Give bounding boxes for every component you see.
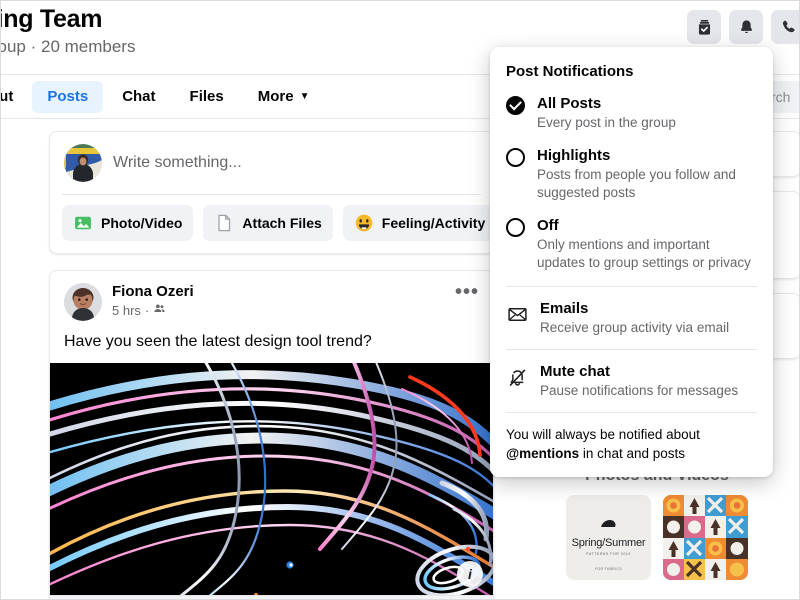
post-image[interactable]: i (50, 363, 493, 595)
joined-button[interactable] (687, 10, 721, 44)
option-highlights[interactable]: Highlights Posts from people you follow … (506, 146, 757, 202)
link-preview-bar[interactable]: MOREDESIGNTOOLS.COM (50, 595, 493, 599)
note-prefix: You will always be notified about (506, 427, 700, 442)
composer-actions: Photo/Video Attach Files Feeling/Activit… (50, 195, 493, 253)
group-members-icon (153, 302, 166, 319)
post-card: Fiona Ozeri 5 hrs · ••• Have you seen th… (49, 270, 494, 599)
post-submeta: 5 hrs · (112, 302, 194, 319)
tab-posts[interactable]: Posts (32, 80, 104, 113)
post-options-button[interactable]: ••• (455, 282, 479, 302)
post-composer: Write something... Photo/Video Attach Fi… (49, 131, 494, 254)
post-notifications-popup: Post Notifications All Posts Every post … (490, 47, 773, 477)
joined-bag-check-icon (695, 18, 714, 37)
note-mentions: @mentions (506, 446, 580, 461)
thumb-subtitle: PATTERNS FOR 2019 (586, 551, 631, 556)
chevron-down-icon: ▼ (299, 90, 310, 102)
option-label: All Posts (537, 95, 602, 112)
action-mute-chat[interactable]: Mute chat Pause notifications for messag… (506, 362, 757, 400)
tab-about-label: out (0, 88, 14, 105)
option-label: Off (537, 217, 559, 234)
call-button[interactable] (771, 10, 799, 44)
header-actions (687, 10, 799, 44)
radio-checked-icon[interactable] (506, 96, 525, 115)
divider (506, 412, 757, 413)
action-label: Mute chat (540, 363, 611, 380)
action-emails-text: Emails Receive group activity via email (540, 299, 729, 337)
tab-more-label: More (257, 88, 294, 105)
feeling-activity-button[interactable]: Feeling/Activity (342, 205, 493, 241)
post-author-name[interactable]: Fiona Ozeri (112, 283, 194, 301)
action-emails[interactable]: Emails Receive group activity via email (506, 299, 757, 337)
feed-column: Write something... Photo/Video Attach Fi… (49, 131, 494, 599)
tab-chat-label: Chat (122, 88, 156, 105)
tab-about[interactable]: out (0, 81, 28, 113)
post-header: Fiona Ozeri 5 hrs · ••• (50, 271, 493, 321)
search-placeholder: rch (771, 89, 791, 105)
option-all-posts-text: All Posts Every post in the group (537, 94, 676, 132)
option-description: Only mentions and important updates to g… (537, 237, 751, 270)
divider (506, 286, 757, 287)
bell-muted-icon (506, 366, 528, 388)
smiley-face-icon (354, 213, 374, 233)
option-description: Posts from people you follow and suggest… (537, 167, 736, 200)
post-text: Have you seen the latest design tool tre… (64, 333, 372, 350)
photo-video-label: Photo/Video (101, 215, 183, 231)
radio-unchecked-icon[interactable] (506, 148, 525, 167)
phone-icon (779, 18, 798, 37)
tab-chat[interactable]: Chat (107, 81, 170, 113)
separator: · (144, 302, 150, 318)
post-author-block: Fiona Ozeri 5 hrs · (112, 283, 194, 319)
radio-unchecked-icon[interactable] (506, 218, 525, 237)
option-off-text: Off Only mentions and important updates … (537, 216, 757, 272)
brand-mark-icon (600, 519, 617, 527)
note-suffix: in chat and posts (579, 446, 685, 461)
option-off[interactable]: Off Only mentions and important updates … (506, 216, 757, 272)
option-description: Every post in the group (537, 115, 676, 130)
tab-posts-label: Posts (47, 88, 89, 105)
app-window: rketing Team ed Group · 20 members (0, 0, 800, 600)
option-highlights-text: Highlights Posts from people you follow … (537, 146, 757, 202)
attach-files-label: Attach Files (242, 215, 322, 231)
thumb-title: Spring/Summer (571, 536, 646, 549)
attach-files-button[interactable]: Attach Files (203, 205, 333, 241)
pattern-grid-artwork (663, 495, 748, 580)
document-icon (214, 213, 234, 233)
action-mute-chat-text: Mute chat Pause notifications for messag… (540, 362, 738, 400)
popup-title: Post Notifications (506, 63, 634, 80)
page-title: rketing Team (1, 5, 103, 33)
tab-files-label: Files (189, 88, 224, 105)
action-description: Pause notifications for messages (540, 383, 739, 398)
composer-input[interactable]: Write something... (113, 154, 242, 172)
thumb-footer: FOR FABRICS (594, 567, 622, 571)
avatar[interactable] (64, 283, 102, 321)
thumb-pattern-grid[interactable] (663, 495, 748, 580)
composer-top-row: Write something... (50, 132, 493, 194)
photos-grid: Spring/Summer PATTERNS FOR 2019 FOR FABR… (513, 495, 799, 580)
image-info-button[interactable]: i (457, 561, 483, 587)
abstract-fluid-wave-artwork (50, 363, 493, 595)
option-all-posts[interactable]: All Posts Every post in the group (506, 94, 757, 132)
thumb-spring-summer[interactable]: Spring/Summer PATTERNS FOR 2019 FOR FABR… (566, 495, 651, 580)
tab-files[interactable]: Files (175, 81, 239, 113)
avatar[interactable] (64, 144, 102, 182)
action-description: Receive group activity via email (540, 320, 730, 335)
action-label: Emails (540, 300, 589, 317)
envelope-icon (506, 303, 528, 325)
bell-icon (737, 18, 756, 37)
author-avatar-image (64, 283, 102, 321)
tab-more[interactable]: More ▼ (243, 81, 325, 113)
popup-footer-note: You will always be notified about @menti… (506, 425, 757, 463)
user-avatar-image (64, 144, 102, 182)
photo-video-button[interactable]: Photo/Video (62, 205, 194, 241)
post-timestamp: 5 hrs (112, 302, 141, 318)
photo-video-icon (73, 213, 93, 233)
notifications-button[interactable] (729, 10, 763, 44)
feeling-activity-label: Feeling/Activity (381, 215, 486, 231)
option-label: Highlights (537, 147, 611, 164)
divider (506, 349, 757, 350)
group-meta: ed Group · 20 members (0, 37, 136, 56)
photos-and-videos-section: Photos and Videos Spring/Summer PATTERNS… (513, 467, 799, 580)
